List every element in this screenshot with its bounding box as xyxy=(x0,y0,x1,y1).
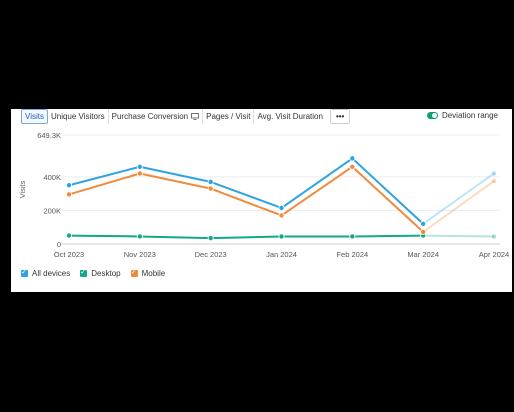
data-point-mobile xyxy=(136,170,143,177)
x-tick-label: Jan 2024 xyxy=(266,250,297,259)
data-point-mobile xyxy=(66,191,73,198)
x-tick-label: Mar 2024 xyxy=(407,250,439,259)
legend-item-all-devices[interactable]: All devices xyxy=(21,268,70,278)
data-point-all-devices xyxy=(207,178,214,185)
y-axis-label: Visits xyxy=(18,180,27,198)
y-tick-label: 200K xyxy=(43,206,61,215)
x-tick-label: Apr 2024 xyxy=(479,250,509,259)
x-tick-label: Dec 2023 xyxy=(195,250,227,259)
data-point-desktop xyxy=(207,235,214,242)
y-tick-label: 0 xyxy=(57,240,61,249)
data-point-mobile xyxy=(349,163,356,170)
x-tick-label: Oct 2023 xyxy=(54,250,84,259)
data-point-all-devices xyxy=(349,155,356,162)
series-projection-desktop xyxy=(423,234,495,238)
data-point-mobile xyxy=(278,212,285,219)
visits-line-chart: 649.3K 400K 200K 0 Visits Oct 2023 Nov 2023 Dec… xyxy=(18,131,509,259)
series-line-desktop xyxy=(68,234,424,240)
x-tick-label: Nov 2023 xyxy=(124,250,156,259)
data-point-desktop xyxy=(136,233,143,240)
data-point-desktop xyxy=(490,233,497,240)
y-tick-label: 400K xyxy=(43,173,61,182)
data-point-mobile xyxy=(490,178,497,185)
chart-legend: All devices Desktop Mobile xyxy=(21,268,165,278)
legend-item-mobile[interactable]: Mobile xyxy=(130,268,165,278)
checkbox-icon[interactable] xyxy=(80,268,88,277)
data-point-mobile xyxy=(207,185,214,192)
legend-item-desktop[interactable]: Desktop xyxy=(80,268,121,278)
data-point-all-devices xyxy=(420,220,427,227)
checkbox-icon[interactable] xyxy=(130,268,138,277)
data-point-all-devices xyxy=(278,204,285,211)
visits-chart-panel: Visits Unique Visitors Purchase Conversi… xyxy=(11,109,512,292)
y-tick-label: 649.3K xyxy=(37,131,61,140)
data-point-desktop xyxy=(349,233,356,240)
series-projection-mobile xyxy=(422,180,495,233)
series-line-all-devices xyxy=(68,157,424,225)
data-point-all-devices xyxy=(66,182,73,189)
checkbox-icon[interactable] xyxy=(21,268,28,277)
series-projection-all-devices xyxy=(422,172,495,225)
data-point-desktop xyxy=(278,233,285,240)
data-point-all-devices xyxy=(490,170,497,177)
data-point-all-devices xyxy=(136,163,143,170)
data-point-mobile xyxy=(420,228,427,235)
data-point-desktop xyxy=(66,232,73,239)
x-tick-label: Feb 2024 xyxy=(336,250,368,259)
